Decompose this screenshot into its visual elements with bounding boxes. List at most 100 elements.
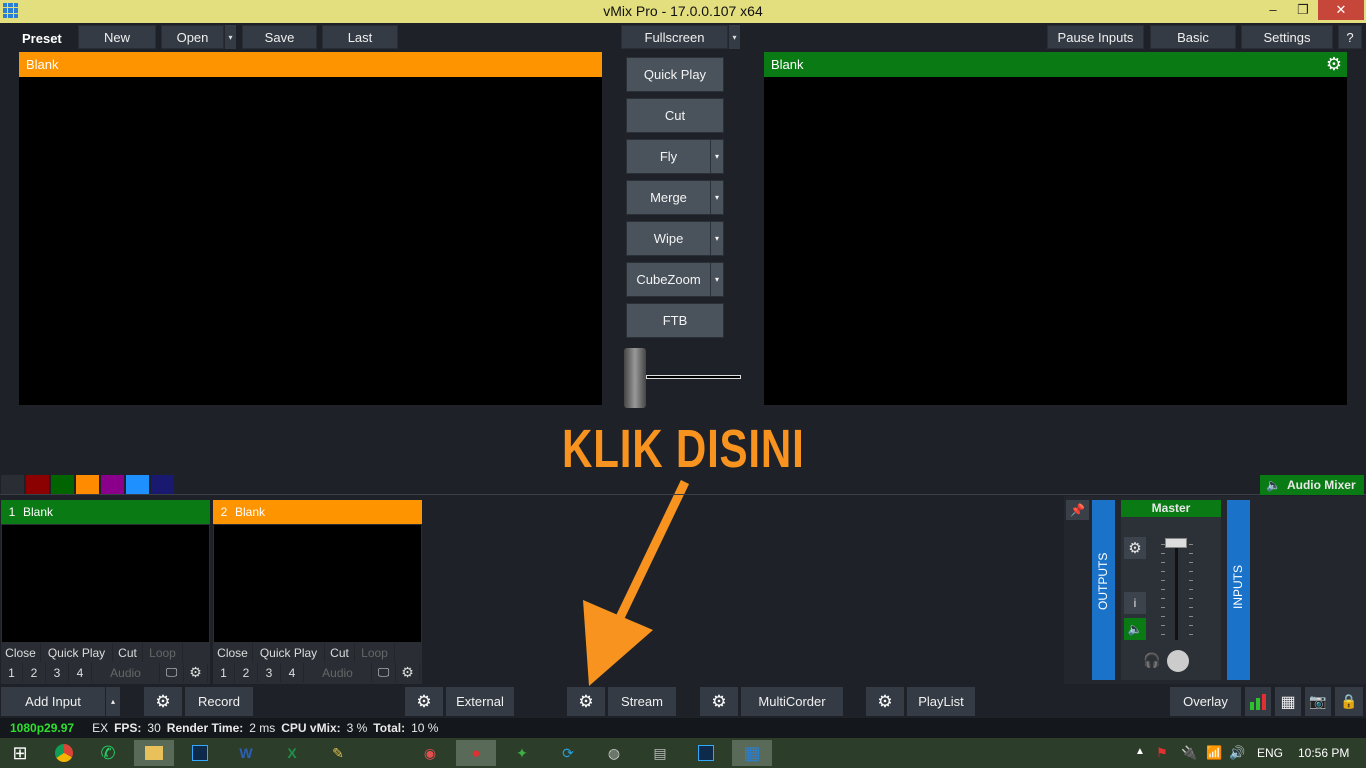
overlay-1-button[interactable]: 1 [1, 663, 23, 682]
cubezoom-button[interactable]: CubeZoom ▾ [626, 262, 724, 297]
language-indicator[interactable]: ENG [1257, 746, 1283, 760]
overlay-1-button[interactable]: 1 [213, 663, 235, 682]
playlist-button[interactable]: PlayList [907, 687, 975, 716]
close-button[interactable]: Close [1, 643, 41, 662]
app-icon[interactable]: ◉ [410, 740, 450, 766]
overlay-4-button[interactable]: 4 [69, 663, 92, 682]
photoshop-icon[interactable] [686, 740, 726, 766]
minimize-button[interactable]: – [1260, 0, 1286, 20]
preview-screen[interactable] [19, 77, 602, 405]
app-icon[interactable]: ◍ [594, 740, 634, 766]
input-1[interactable]: 1 Blank Close Quick Play Cut Loop 1 2 3 4… [1, 500, 210, 684]
close-button[interactable]: Close [213, 643, 253, 662]
color-swatch[interactable] [26, 475, 49, 494]
preset-label[interactable]: Preset [22, 31, 62, 46]
headphones-icon[interactable]: 🎧 [1143, 652, 1160, 669]
file-explorer-icon[interactable] [134, 740, 174, 766]
gear-icon[interactable]: ⚙ [1326, 52, 1342, 77]
gear-icon[interactable]: ⚙ [396, 663, 420, 682]
overlay-2-button[interactable]: 2 [23, 663, 46, 682]
output-screen[interactable] [764, 77, 1347, 405]
volume-knob[interactable] [1167, 650, 1189, 672]
open-dropdown-icon[interactable]: ▾ [224, 25, 236, 49]
multicorder-button[interactable]: MultiCorder [741, 687, 843, 716]
overlay-3-button[interactable]: 3 [258, 663, 281, 682]
stream-button[interactable]: Stream [608, 687, 676, 716]
add-input-button[interactable]: Add Input [1, 687, 105, 716]
loop-button[interactable]: Loop [143, 643, 183, 662]
volume-icon[interactable]: 🔊 [1229, 745, 1245, 761]
fly-button[interactable]: Fly ▾ [626, 139, 724, 174]
pin-icon[interactable]: 📌 [1066, 500, 1089, 520]
input-2[interactable]: 2 Blank Close Quick Play Cut Loop 1 2 3 4… [213, 500, 422, 684]
color-swatch[interactable] [151, 475, 174, 494]
audio-button[interactable]: Audio [304, 663, 372, 682]
gear-icon[interactable]: ⚙ [184, 663, 208, 682]
power-icon[interactable]: 🔌 [1181, 745, 1197, 761]
maximize-button[interactable]: ❐ [1290, 0, 1316, 20]
cut-button[interactable]: Cut [626, 98, 724, 133]
cut-button[interactable]: Cut [113, 643, 143, 662]
camera-icon[interactable]: 📷 [1305, 687, 1331, 716]
settings-button[interactable]: Settings [1241, 25, 1333, 49]
chevron-down-icon[interactable]: ▾ [710, 263, 723, 296]
app-icon[interactable]: ⟳ [548, 740, 588, 766]
quick-play-button[interactable]: Quick Play [626, 57, 724, 92]
external-button[interactable]: External [446, 687, 514, 716]
app-icon[interactable]: ▤ [640, 740, 680, 766]
clock[interactable]: 10:56 PM [1298, 746, 1349, 760]
last-button[interactable]: Last [322, 25, 398, 49]
excel-icon[interactable]: X [272, 740, 312, 766]
stream-settings-gear-icon[interactable]: ⚙ [567, 687, 605, 716]
vmix-icon[interactable]: ▦ [732, 740, 772, 766]
network-icon[interactable]: 📶 [1206, 745, 1222, 761]
help-button[interactable]: ? [1338, 25, 1362, 49]
fullscreen-dropdown-icon[interactable]: ▾ [728, 25, 740, 49]
overlay-4-button[interactable]: 4 [281, 663, 304, 682]
overlay-3-button[interactable]: 3 [46, 663, 69, 682]
chevron-up-icon[interactable]: ▲ [1135, 746, 1145, 757]
app-icon[interactable]: ⏺ [456, 740, 496, 766]
whatsapp-icon[interactable]: ✆ [88, 740, 128, 766]
record-settings-gear-icon[interactable]: ⚙ [144, 687, 182, 716]
overlay-2-button[interactable]: 2 [235, 663, 258, 682]
basic-button[interactable]: Basic [1150, 25, 1236, 49]
inputs-tab[interactable]: INPUTS [1227, 500, 1250, 680]
record-button[interactable]: Record [185, 687, 253, 716]
speaker-icon[interactable]: 🔈 [1124, 618, 1146, 640]
color-swatch[interactable] [101, 475, 124, 494]
overlay-button[interactable]: Overlay [1170, 687, 1241, 716]
input-preview[interactable] [214, 525, 421, 642]
action-center-icon[interactable]: ⚑ [1156, 745, 1168, 761]
chevron-down-icon[interactable]: ▾ [710, 222, 723, 255]
playlist-settings-gear-icon[interactable]: ⚙ [866, 687, 904, 716]
monitor-icon[interactable]: 🖵 [160, 663, 184, 682]
monitor-icon[interactable]: 🖵 [372, 663, 396, 682]
save-button[interactable]: Save [242, 25, 317, 49]
loop-button[interactable]: Loop [355, 643, 395, 662]
app-icon[interactable]: ✦ [502, 740, 542, 766]
pause-inputs-button[interactable]: Pause Inputs [1047, 25, 1144, 49]
multicorder-settings-gear-icon[interactable]: ⚙ [700, 687, 738, 716]
grid-icon[interactable]: ▦ [1275, 687, 1301, 716]
start-icon[interactable]: ⊞ [0, 740, 40, 766]
chevron-down-icon[interactable]: ▾ [710, 181, 723, 214]
quick-play-button[interactable]: Quick Play [253, 643, 325, 662]
merge-button[interactable]: Merge ▾ [626, 180, 724, 215]
audio-meter-icon[interactable] [1245, 687, 1271, 716]
chrome-icon[interactable] [44, 740, 84, 766]
info-button[interactable]: i [1124, 592, 1146, 614]
external-settings-gear-icon[interactable]: ⚙ [405, 687, 443, 716]
cut-button[interactable]: Cut [325, 643, 355, 662]
gear-icon[interactable]: ⚙ [1124, 537, 1146, 559]
fader-handle[interactable] [1165, 538, 1187, 548]
color-swatch[interactable] [1, 475, 24, 494]
wipe-button[interactable]: Wipe ▾ [626, 221, 724, 256]
outputs-tab[interactable]: OUTPUTS [1092, 500, 1115, 680]
quick-play-button[interactable]: Quick Play [41, 643, 113, 662]
color-swatch[interactable] [126, 475, 149, 494]
ftb-button[interactable]: FTB [626, 303, 724, 338]
chevron-up-icon[interactable]: ▴ [106, 687, 120, 716]
audio-mixer-button[interactable]: 🔈 Audio Mixer [1260, 475, 1364, 495]
new-button[interactable]: New [78, 25, 156, 49]
